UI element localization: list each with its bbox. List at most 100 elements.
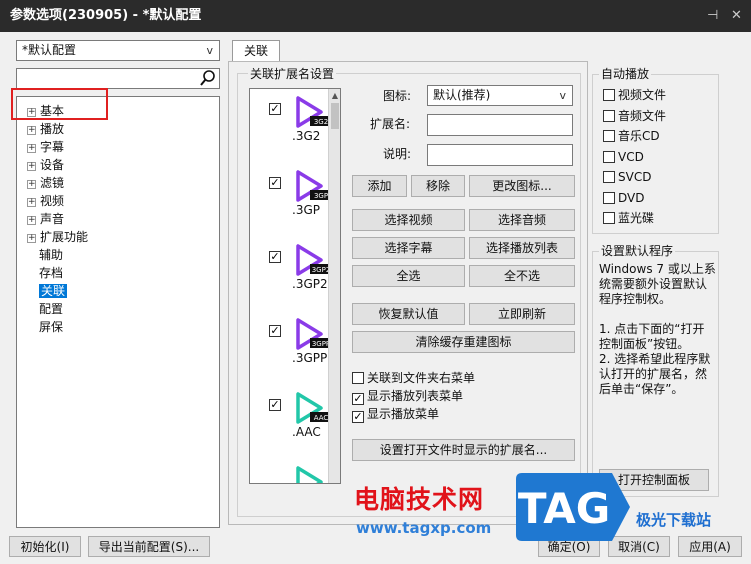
extension-checkbox[interactable]: ✓ bbox=[269, 325, 281, 337]
title-bar: 参数选项(230905) - *默认配置 ⊣ ✕ bbox=[0, 0, 751, 32]
assoc-option-checkbox[interactable]: ✓ 显示播放菜单 bbox=[352, 406, 439, 423]
checkbox-label: 音频文件 bbox=[618, 108, 667, 123]
options-tree[interactable]: + 基本 + 播放 + 字幕 + 设备 + 滤镜 + 视频 + 声音 + 扩展功能 辅助 存档 关联 配置 屏保 bbox=[16, 96, 220, 528]
tree-item[interactable]: 存档 bbox=[39, 265, 63, 282]
export-config-button[interactable]: 导出当前配置(S)... bbox=[88, 536, 210, 557]
checkbox-box[interactable] bbox=[603, 171, 615, 183]
expand-icon[interactable]: + bbox=[27, 162, 36, 171]
tree-item-label: 滤镜 bbox=[40, 176, 65, 190]
expand-icon[interactable]: + bbox=[27, 180, 36, 189]
expand-icon[interactable]: + bbox=[27, 234, 36, 243]
tree-item[interactable]: + 滤镜 bbox=[27, 175, 64, 192]
expand-icon[interactable]: + bbox=[27, 198, 36, 207]
extension-checkbox[interactable]: ✓ bbox=[269, 177, 281, 189]
restore-default-button[interactable]: 恢复默认值 bbox=[352, 303, 465, 325]
tab-association[interactable]: 关联 bbox=[232, 40, 280, 62]
select-playlist-button[interactable]: 选择播放列表 bbox=[469, 237, 575, 259]
extension-item[interactable]: ✓ 3G2 .3G2 bbox=[264, 95, 332, 167]
tree-item[interactable]: + 字幕 bbox=[27, 139, 64, 156]
tree-item[interactable]: 屏保 bbox=[39, 319, 63, 336]
autoplay-checkbox[interactable]: 蓝光碟 bbox=[603, 210, 654, 226]
close-icon[interactable]: ✕ bbox=[731, 0, 742, 32]
apply-button[interactable]: 应用(A) bbox=[678, 536, 742, 557]
tree-item-label: 配置 bbox=[39, 302, 64, 316]
scroll-up-icon[interactable]: ▲ bbox=[329, 91, 340, 100]
autoplay-checkbox[interactable]: 音频文件 bbox=[603, 108, 666, 124]
refresh-now-button[interactable]: 立即刷新 bbox=[469, 303, 575, 325]
checkbox-label: SVCD bbox=[618, 170, 652, 184]
pin-icon[interactable]: ⊣ bbox=[707, 0, 718, 32]
tree-item[interactable]: 辅助 bbox=[39, 247, 63, 264]
autoplay-checkbox[interactable]: 音乐CD bbox=[603, 128, 660, 144]
autoplay-checkbox[interactable]: DVD bbox=[603, 190, 644, 206]
select-video-button[interactable]: 选择视频 bbox=[352, 209, 465, 231]
extension-item[interactable]: ✓ 3GP .3GP bbox=[264, 169, 332, 241]
search-input[interactable] bbox=[16, 68, 220, 89]
select-none-button[interactable]: 全不选 bbox=[469, 265, 575, 287]
init-button[interactable]: 初始化(I) bbox=[9, 536, 81, 557]
extension-badge: 3GP bbox=[314, 192, 328, 200]
checkbox-box[interactable] bbox=[603, 191, 615, 204]
tree-item[interactable]: + 播放 bbox=[27, 121, 64, 138]
checkbox-box[interactable]: ✓ bbox=[352, 411, 364, 423]
extension-checkbox[interactable]: ✓ bbox=[269, 399, 281, 411]
watermark-text: 电脑技术网 bbox=[354, 485, 485, 514]
select-audio-button[interactable]: 选择音频 bbox=[469, 209, 575, 231]
autoplay-checkbox[interactable]: SVCD bbox=[603, 169, 651, 185]
tree-item[interactable]: + 声音 bbox=[27, 211, 64, 228]
checkbox-box[interactable] bbox=[603, 130, 615, 142]
checkbox-box[interactable] bbox=[352, 372, 364, 384]
icon-select-value: 默认(推荐) bbox=[433, 88, 491, 102]
select-subtitle-button[interactable]: 选择字幕 bbox=[352, 237, 465, 259]
checkbox-box[interactable] bbox=[603, 89, 615, 101]
checkbox-label: 显示播放列表菜单 bbox=[367, 389, 464, 403]
add-button[interactable]: 添加 bbox=[352, 175, 407, 197]
assoc-group-label: 关联扩展名设置 bbox=[248, 67, 337, 81]
scroll-thumb[interactable] bbox=[331, 103, 339, 129]
default-program-desc-line: 程序控制权。 bbox=[599, 292, 672, 306]
checkbox-box[interactable] bbox=[603, 150, 615, 163]
checkbox-box[interactable] bbox=[603, 212, 615, 224]
remove-button[interactable]: 移除 bbox=[411, 175, 465, 197]
expand-icon[interactable]: + bbox=[27, 126, 36, 135]
extension-checkbox[interactable]: ✓ bbox=[269, 251, 281, 263]
extension-item[interactable]: ✓ 3GPP .3GPP bbox=[264, 317, 332, 389]
clear-cache-button[interactable]: 清除缓存重建图标 bbox=[352, 331, 575, 353]
ext-field[interactable] bbox=[427, 114, 573, 136]
profile-select[interactable]: *默认配置 v bbox=[16, 40, 220, 61]
extension-name: .3G2 bbox=[292, 129, 321, 143]
tree-item-label: 设备 bbox=[40, 158, 65, 172]
tag-logo-text: TAG bbox=[518, 484, 610, 533]
extension-item[interactable]: ✓ AAC .AAC bbox=[264, 391, 332, 463]
assoc-option-checkbox[interactable]: ✓ 显示播放列表菜单 bbox=[352, 388, 463, 405]
desc-field[interactable] bbox=[427, 144, 573, 166]
default-program-step-line: 控制面板”按钮。 bbox=[599, 337, 690, 351]
checkbox-label: 显示播放菜单 bbox=[367, 407, 440, 421]
search-icon[interactable] bbox=[199, 68, 217, 88]
icon-select[interactable]: 默认(推荐) v bbox=[427, 85, 573, 106]
checkbox-box[interactable] bbox=[603, 109, 615, 122]
tree-item[interactable]: + 扩展功能 bbox=[27, 229, 88, 246]
expand-icon[interactable]: + bbox=[27, 144, 36, 153]
default-program-step-line: 认打开的扩展名，然 bbox=[599, 367, 708, 381]
extension-list-scrollbar[interactable]: ▲ bbox=[328, 89, 340, 483]
tree-item[interactable]: 关联 bbox=[39, 283, 68, 300]
tab-label: 关联 bbox=[243, 44, 268, 58]
assoc-option-checkbox[interactable]: 关联到文件夹右菜单 bbox=[352, 370, 475, 386]
extension-checkbox[interactable]: ✓ bbox=[269, 103, 281, 115]
tree-item[interactable]: + 视频 bbox=[27, 193, 64, 210]
chevron-down-icon: v bbox=[559, 89, 566, 102]
extension-name: .AAC bbox=[292, 425, 321, 439]
change-icon-button[interactable]: 更改图标... bbox=[469, 175, 575, 197]
extension-name: .3GP bbox=[292, 203, 320, 217]
checkbox-box[interactable]: ✓ bbox=[352, 393, 364, 405]
expand-icon[interactable]: + bbox=[27, 216, 36, 225]
tree-item[interactable]: 配置 bbox=[39, 301, 63, 318]
autoplay-checkbox[interactable]: 视频文件 bbox=[603, 87, 666, 103]
tree-item[interactable]: + 设备 bbox=[27, 157, 64, 174]
set-open-ext-button[interactable]: 设置打开文件时显示的扩展名... bbox=[352, 439, 575, 461]
autoplay-checkbox[interactable]: VCD bbox=[603, 149, 644, 165]
select-all-button[interactable]: 全选 bbox=[352, 265, 465, 287]
extension-item[interactable]: ✓ 3GP2.3GP2 bbox=[264, 243, 332, 315]
extension-icon-list[interactable]: ✓ AAC .AAC ✓ 3GPP .3GPP ✓ 3GP2.3GP2 ✓ 3GP .3GP ✓ 3G2… bbox=[249, 88, 341, 484]
